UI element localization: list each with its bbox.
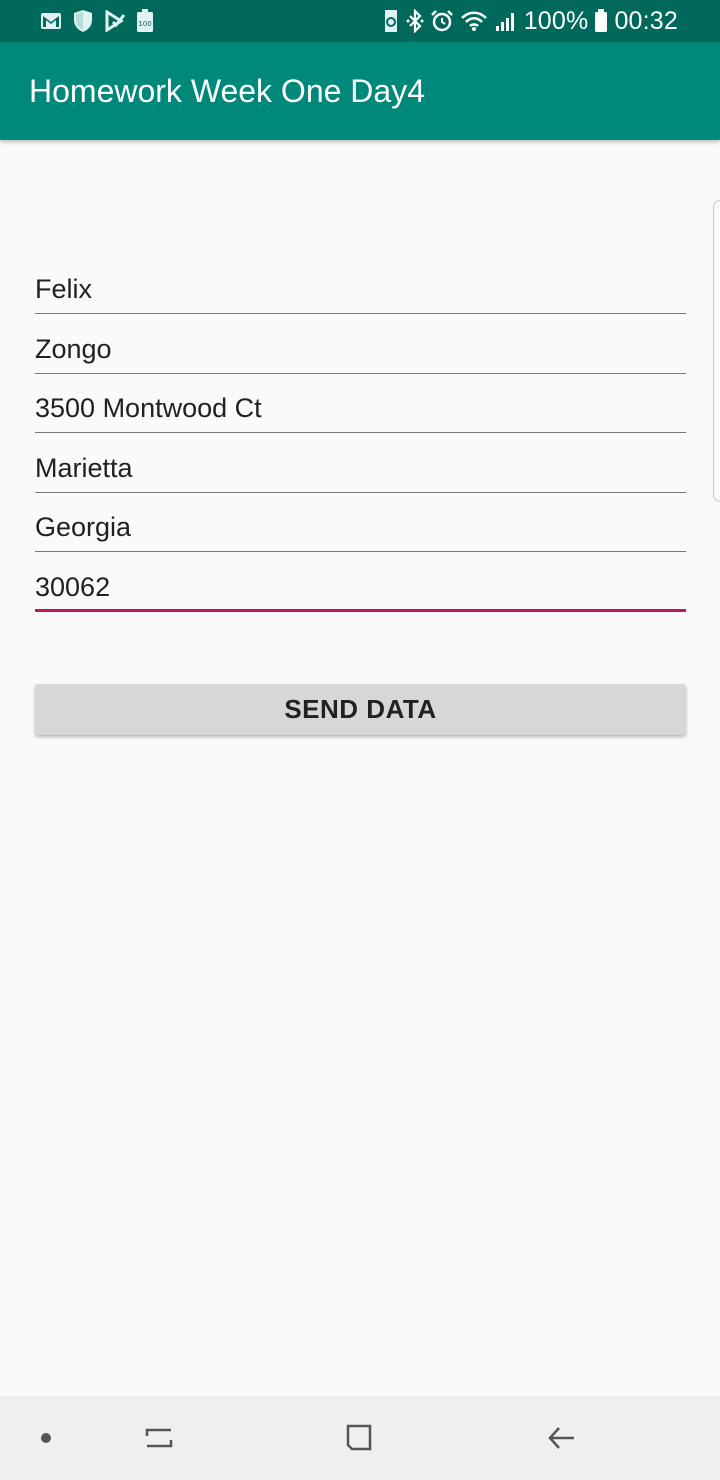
zip-code-field[interactable]: 30062 (35, 568, 686, 612)
app-bar: Homework Week One Day4 (0, 42, 720, 140)
gmail-icon (40, 12, 62, 30)
address-value: 3500 Montwood Ct (35, 393, 262, 423)
status-bar: 100 100% 00:32 (0, 0, 720, 42)
bluetooth-icon (406, 9, 424, 33)
battery-icon (594, 9, 608, 33)
back-icon[interactable] (532, 1396, 592, 1480)
battery-percent: 100% (523, 7, 589, 35)
clock: 00:32 (614, 7, 678, 35)
field-underline (35, 432, 686, 433)
system-icons: 100% 00:32 (382, 8, 678, 34)
field-underline (35, 373, 686, 374)
svg-text:100: 100 (138, 20, 151, 28)
state-value: Georgia (35, 512, 132, 542)
city-field[interactable]: Marietta (35, 449, 686, 493)
send-data-button[interactable]: SEND DATA (35, 684, 686, 735)
notification-icons: 100 (40, 8, 154, 34)
state-field[interactable]: Georgia (35, 508, 686, 552)
last-name-value: Zongo (35, 334, 112, 364)
city-value: Marietta (35, 453, 133, 483)
sync-icon (382, 9, 400, 33)
address-field[interactable]: 3500 Montwood Ct (35, 389, 686, 433)
dot-icon[interactable] (26, 1396, 66, 1480)
recent-apps-icon[interactable] (129, 1396, 189, 1480)
field-underline (35, 551, 686, 552)
last-name-field[interactable]: Zongo (35, 330, 686, 374)
edge-panel-handle[interactable] (713, 200, 720, 502)
shield-icon (72, 9, 94, 33)
alarm-icon (430, 9, 454, 33)
check-notification-icon (104, 10, 126, 32)
home-icon[interactable] (329, 1396, 389, 1480)
battery-saver-icon: 100 (136, 9, 154, 33)
app-title: Homework Week One Day4 (29, 73, 425, 109)
signal-icon (494, 9, 518, 33)
field-underline-focused (35, 609, 686, 612)
field-underline (35, 492, 686, 493)
first-name-field[interactable]: Felix (35, 270, 686, 314)
first-name-value: Felix (35, 274, 93, 304)
zip-code-value: 30062 (35, 572, 111, 602)
field-underline (35, 313, 686, 314)
wifi-icon (460, 9, 488, 33)
navigation-bar (0, 1396, 720, 1480)
